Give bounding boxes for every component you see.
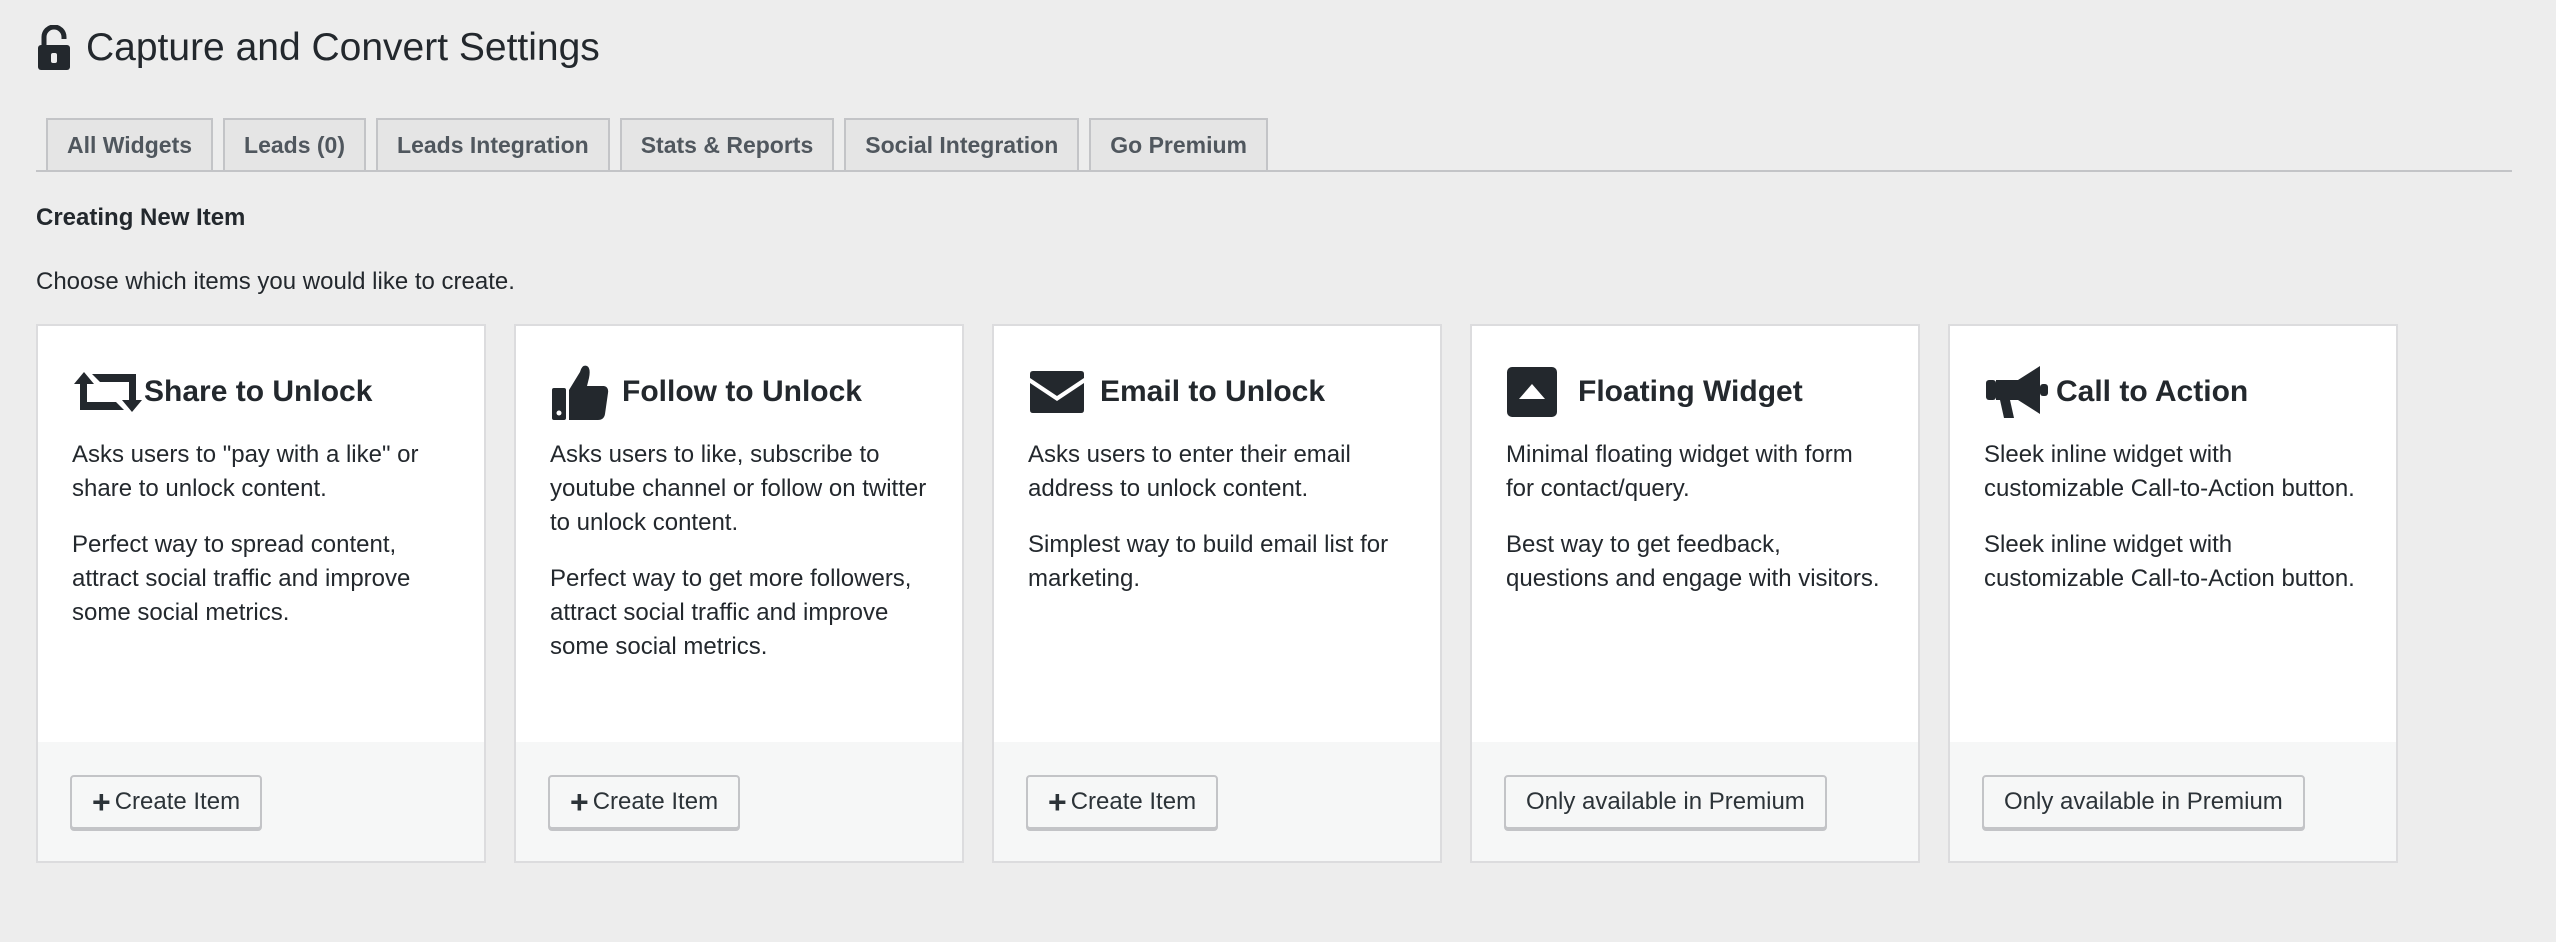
section-description: Choose which items you would like to cre…	[36, 268, 515, 295]
card-footer: Only available in Premium	[1950, 742, 2396, 861]
thumbs-up-icon	[550, 362, 622, 422]
create-item-button[interactable]: + Create Item	[548, 774, 741, 829]
button-label: Create Item	[1070, 787, 1197, 815]
card-benefit: Perfect way to get more followers, attra…	[550, 565, 912, 660]
card-benefit: Perfect way to spread content, attract s…	[72, 531, 411, 626]
card-title: Share to Unlock	[144, 375, 373, 408]
section-title: Creating New Item	[36, 204, 246, 231]
card-footer: Only available in Premium	[1472, 742, 1918, 861]
tab-bar: All Widgets Leads (0) Leads Integration …	[36, 116, 2512, 172]
card-title: Floating Widget	[1578, 375, 1803, 408]
plus-icon: +	[570, 783, 589, 820]
card-description: Asks users to like, subscribe to youtube…	[550, 441, 927, 536]
card-description: Minimal floating widget with form for co…	[1506, 441, 1853, 502]
premium-only-button[interactable]: Only available in Premium	[1982, 774, 2305, 829]
card-benefit: Sleek inline widget with customizable Ca…	[1984, 531, 2355, 592]
card-share-to-unlock: Share to Unlock Asks users to "pay with …	[36, 324, 486, 863]
create-item-button[interactable]: + Create Item	[1026, 774, 1219, 829]
retweet-icon	[72, 362, 144, 422]
card-footer: + Create Item	[38, 742, 484, 861]
card-benefit: Best way to get feedback, questions and …	[1506, 531, 1880, 592]
megaphone-icon	[1984, 362, 2056, 422]
envelope-icon	[1028, 362, 1100, 422]
card-call-to-action: Call to Action Sleek inline widget with …	[1948, 324, 2398, 863]
plus-icon: +	[1048, 783, 1067, 820]
card-description: Asks users to "pay with a like" or share…	[72, 441, 419, 502]
card-follow-to-unlock: Follow to Unlock Asks users to like, sub…	[514, 324, 964, 863]
page-title: Capture and Convert Settings	[86, 26, 600, 69]
card-benefit: Simplest way to build email list for mar…	[1028, 531, 1389, 592]
tab-go-premium[interactable]: Go Premium	[1089, 118, 1269, 170]
plus-icon: +	[92, 783, 111, 820]
button-label: Only available in Premium	[2004, 787, 2283, 815]
page-header: Capture and Convert Settings	[36, 20, 600, 76]
card-floating-widget: Floating Widget Minimal floating widget …	[1470, 324, 1920, 863]
button-label: Create Item	[592, 787, 719, 815]
premium-only-button[interactable]: Only available in Premium	[1504, 774, 1827, 829]
card-description: Asks users to enter their email address …	[1028, 441, 1351, 502]
card-title: Follow to Unlock	[622, 375, 862, 408]
card-footer: + Create Item	[516, 742, 962, 861]
tab-social-integration[interactable]: Social Integration	[844, 118, 1080, 170]
create-item-button[interactable]: + Create Item	[70, 774, 263, 829]
tab-leads[interactable]: Leads (0)	[223, 118, 367, 170]
caret-up-square-icon	[1506, 362, 1578, 422]
card-footer: + Create Item	[994, 742, 1440, 861]
tab-leads-integration[interactable]: Leads Integration	[376, 118, 610, 170]
button-label: Only available in Premium	[1526, 787, 1805, 815]
item-cards: Share to Unlock Asks users to "pay with …	[36, 324, 2426, 863]
card-title: Email to Unlock	[1100, 375, 1326, 408]
tab-stats-reports[interactable]: Stats & Reports	[619, 118, 835, 170]
tab-all-widgets[interactable]: All Widgets	[46, 118, 214, 170]
settings-page: Capture and Convert Settings All Widgets…	[0, 0, 2556, 942]
card-description: Sleek inline widget with customizable Ca…	[1984, 441, 2355, 502]
unlocked-padlock-icon	[36, 23, 76, 73]
card-email-to-unlock: Email to Unlock Asks users to enter thei…	[992, 324, 1442, 863]
card-title: Call to Action	[2056, 375, 2249, 408]
button-label: Create Item	[114, 787, 241, 815]
